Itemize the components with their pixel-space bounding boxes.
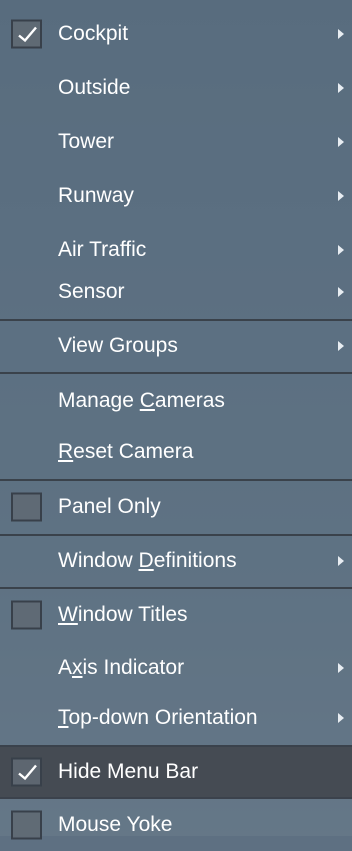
menu-item-label: Mouse Yoke <box>58 813 173 836</box>
menu-item-label: Panel Only <box>58 495 161 518</box>
menu-item-cockpit[interactable]: Cockpit <box>0 7 352 61</box>
menu-item-label: Window Titles <box>58 603 188 626</box>
menu-item-runway[interactable]: Runway <box>0 169 352 223</box>
submenu-arrow-icon <box>338 556 344 566</box>
menu-item-reset-camera[interactable]: Reset Camera <box>0 426 352 478</box>
menu-item-top-down-orientation[interactable]: Top-down Orientation <box>0 692 352 744</box>
mnemonic-letter: C <box>139 389 155 412</box>
menu-item-label: Tower <box>58 130 115 153</box>
submenu-arrow-icon <box>338 137 344 147</box>
checkbox-checked[interactable] <box>11 757 42 787</box>
submenu-arrow-icon <box>338 287 344 297</box>
submenu-arrow-icon <box>338 341 344 351</box>
checkbox-unchecked[interactable] <box>11 492 42 522</box>
mnemonic-letter: T <box>58 706 69 729</box>
menu-item-label: Window Definitions <box>58 549 237 572</box>
menu-item-label: Air Traffic <box>58 238 147 261</box>
checkbox-checked[interactable] <box>11 19 42 49</box>
menu-item-label: Top-down Orientation <box>58 706 258 729</box>
menu-item-tower[interactable]: Tower <box>0 115 352 169</box>
menu-item-panel-only[interactable]: Panel Only <box>0 481 352 533</box>
view-menu: Cockpit Outside Tower Runway Air Traffic… <box>0 0 352 840</box>
menu-item-window-definitions[interactable]: Window Definitions <box>0 536 352 586</box>
submenu-arrow-icon <box>338 29 344 39</box>
menu-item-label: Hide Menu Bar <box>58 760 199 783</box>
menu-item-view-groups[interactable]: View Groups <box>0 321 352 371</box>
menu-item-window-titles[interactable]: Window Titles <box>0 589 352 641</box>
menu-item-label: Reset Camera <box>58 440 194 463</box>
submenu-arrow-icon <box>338 191 344 201</box>
menu-item-axis-indicator[interactable]: Axis Indicator <box>0 641 352 695</box>
menu-item-label: Manage Cameras <box>58 389 225 412</box>
checkmark-icon <box>18 764 37 781</box>
menu-item-manage-cameras[interactable]: Manage Cameras <box>0 374 352 428</box>
menu-item-label: Cockpit <box>58 22 129 45</box>
mnemonic-letter: D <box>138 549 154 572</box>
mnemonic-letter: R <box>58 440 74 463</box>
menu-item-label: Outside <box>58 76 131 99</box>
checkmark-icon <box>18 26 37 43</box>
mnemonic-letter: x <box>72 656 83 679</box>
menu-item-outside[interactable]: Outside <box>0 61 352 115</box>
menu-item-label: Sensor <box>58 280 125 303</box>
submenu-arrow-icon <box>338 663 344 673</box>
checkbox-unchecked[interactable] <box>11 810 42 840</box>
menu-item-hide-menu-bar[interactable]: Hide Menu Bar <box>0 747 352 797</box>
menu-item-label: Runway <box>58 184 134 207</box>
menu-item-sensor[interactable]: Sensor <box>0 267 352 317</box>
menu-item-mouse-yoke[interactable]: Mouse Yoke <box>0 799 352 851</box>
submenu-arrow-icon <box>338 713 344 723</box>
menu-item-label: Axis Indicator <box>58 656 185 679</box>
menu-item-label: View Groups <box>58 334 178 357</box>
checkbox-unchecked[interactable] <box>11 600 42 630</box>
mnemonic-letter: W <box>58 603 78 626</box>
submenu-arrow-icon <box>338 245 344 255</box>
submenu-arrow-icon <box>338 83 344 93</box>
